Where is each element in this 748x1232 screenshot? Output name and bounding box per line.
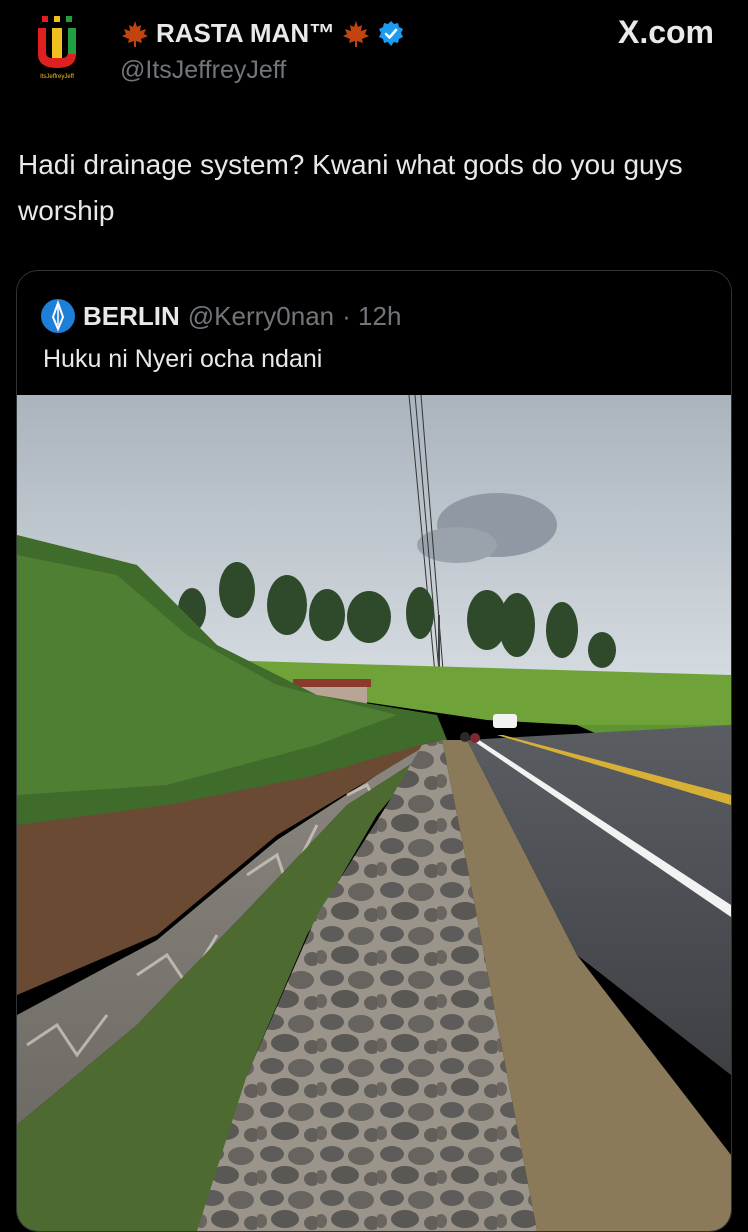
white-vehicle (493, 714, 517, 728)
quoted-photo[interactable] (17, 395, 731, 1231)
site-label: X.com (617, 14, 714, 50)
pedestrian (460, 732, 470, 742)
author-display-name[interactable]: RASTA MAN™ (156, 18, 335, 49)
quoted-time[interactable]: · 12h (342, 301, 401, 332)
avatar-caption: ItsJeffreyJeff (40, 74, 74, 80)
quoted-handle[interactable]: @Kerry0nan (188, 301, 334, 332)
maple-leaf-icon (122, 20, 148, 47)
spear-avatar-icon[interactable] (41, 299, 75, 333)
author-handle[interactable]: @ItsJeffreyJeff (120, 56, 286, 85)
quoted-display-name[interactable]: BERLIN (83, 301, 180, 332)
maple-leaf-icon (343, 20, 370, 47)
verified-badge-icon (379, 20, 404, 46)
quoted-header: BERLIN @Kerry0nan · 12h (41, 299, 401, 333)
author-name-row[interactable]: RASTA MAN™ (120, 18, 405, 49)
quoted-tweet[interactable]: BERLIN @Kerry0nan · 12h Huku ni Nyeri oc… (16, 270, 732, 1232)
tweet-text: Hadi drainage system? Kwani what gods do… (18, 149, 683, 226)
pedestrian (470, 733, 480, 743)
quoted-text: Huku ni Nyeri ocha ndani (43, 345, 323, 373)
house-roof (293, 679, 371, 687)
avatar[interactable]: ItsJeffreyJeff (22, 14, 92, 94)
tweet-header: ItsJeffreyJeff RASTA MAN™ @ItsJeffreyJef… (0, 0, 748, 110)
